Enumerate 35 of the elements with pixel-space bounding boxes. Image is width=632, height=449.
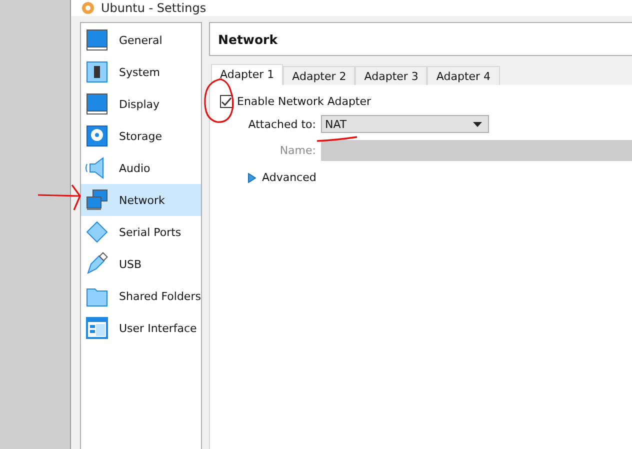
- serial-port-icon: [85, 220, 109, 244]
- expand-arrow-icon: [248, 172, 256, 182]
- caret-icon: [473, 122, 482, 126]
- usb-icon: [85, 252, 109, 276]
- sidebar-item[interactable]: Serial Ports: [81, 216, 201, 248]
- window-title: Ubuntu - Settings: [101, 1, 206, 15]
- page-title: Network: [218, 32, 278, 46]
- tab[interactable]: Adapter 1: [211, 64, 284, 85]
- sidebar-item[interactable]: USB: [81, 248, 201, 280]
- field-label: Name:: [278, 144, 317, 157]
- attached-to-dropdown[interactable]: NAT: [321, 115, 489, 133]
- window-icon: [85, 316, 109, 340]
- tab[interactable]: Adapter 3: [355, 66, 428, 85]
- checkmark-icon: [221, 96, 232, 107]
- checkbox[interactable]: [220, 95, 233, 108]
- sidebar-item[interactable]: Storage: [81, 120, 201, 152]
- checkbox-label: Enable Network Adapter: [237, 95, 372, 108]
- sidebar-item[interactable]: Shared Folders: [81, 280, 201, 312]
- underline-annotation-drawing: [316, 136, 358, 142]
- sidebar-item[interactable]: Audio: [81, 152, 201, 184]
- sidebar-item[interactable]: General: [81, 24, 201, 56]
- sidebar-item[interactable]: User Interface: [81, 312, 201, 344]
- monitor-icon: [85, 28, 109, 52]
- name-field[interactable]: [321, 140, 632, 161]
- tab[interactable]: Adapter 2: [283, 66, 356, 85]
- chip-icon: [85, 60, 109, 84]
- network-icon: [85, 188, 109, 212]
- sidebar-item[interactable]: System: [81, 56, 201, 88]
- advanced-toggle[interactable]: Advanced: [248, 171, 632, 184]
- monitor-icon: [85, 92, 109, 116]
- sidebar-item[interactable]: Display: [81, 88, 201, 120]
- tab[interactable]: Adapter 4: [427, 66, 500, 85]
- sidebar-item[interactable]: Network: [81, 184, 201, 216]
- field-label: Attached to:: [247, 118, 317, 130]
- arrow-annotation-drawing: [37, 184, 81, 211]
